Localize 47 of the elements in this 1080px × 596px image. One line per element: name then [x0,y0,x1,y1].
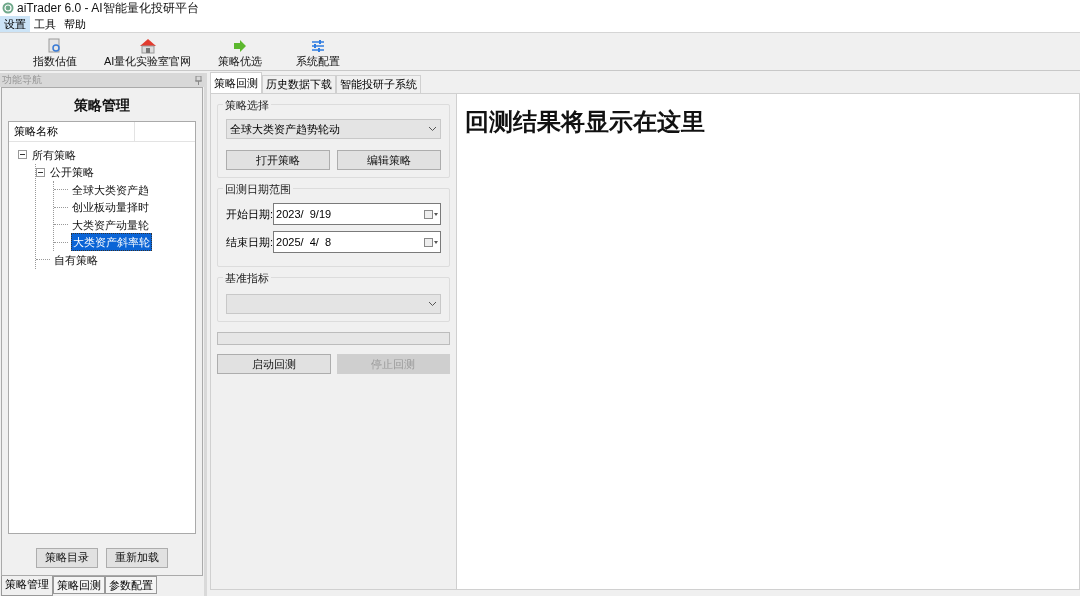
push-button[interactable]: 启动回测 [217,354,331,374]
push-button[interactable]: 编辑策略 [337,150,441,170]
document-search-icon [47,38,63,54]
panel-heading: 策略管理 [74,96,130,115]
field-label: 开始日期: [226,206,274,222]
menu-item[interactable]: 工具 [30,16,60,32]
toolbar-button[interactable]: AI量化实验室官网 [98,38,198,68]
toolbar-button[interactable]: 指数估值 [20,38,90,68]
result-message: 回测结果将显示在这里 [465,107,705,137]
group-title: 策略选择 [223,97,271,114]
right-arrow-icon [233,39,248,53]
push-button[interactable]: 打开策略 [226,150,330,170]
house-icon [138,38,157,54]
toolbar-button[interactable]: 策略优选 [205,38,276,68]
tree-item[interactable]: 全球大类资产趋 [71,181,150,198]
collapse-toggle[interactable] [36,167,45,177]
calendar-icon [424,209,438,219]
tree-item[interactable]: 创业板动量择时 [71,199,150,216]
tab[interactable]: 策略回测 [210,72,262,93]
group-title: 基准指标 [223,270,271,287]
chevron-down-icon [428,126,437,132]
tab[interactable]: 策略回测 [53,576,105,594]
menu-item[interactable]: 帮助 [60,16,90,32]
date-picker[interactable]: 2025/ 4/ 8 [273,231,441,253]
sliders-icon [311,39,326,53]
group-title: 回测日期范围 [223,181,293,198]
tab[interactable]: 策略管理 [1,576,53,596]
strategy-dropdown[interactable]: 全球大类资产趋势轮动 [226,119,441,139]
tree-item[interactable]: 大类资产动量轮 [71,216,150,233]
chevron-down-icon [428,301,437,307]
push-button[interactable]: 重新加载 [106,547,168,568]
tree-item[interactable]: 大类资产斜率轮 [71,233,152,252]
field-label: 结束日期: [226,234,274,250]
calendar-icon [424,237,438,247]
tree-item[interactable]: 公开策略 [49,164,95,181]
date-picker[interactable]: 2023/ 9/19 [273,203,441,225]
toolbar-button[interactable]: 系统配置 [283,38,354,68]
tree-item[interactable]: 自有策略 [53,251,99,268]
tab[interactable]: 参数配置 [105,576,157,594]
push-button[interactable]: 策略目录 [36,547,98,568]
menu-item[interactable]: 设置 [0,16,30,32]
collapse-toggle[interactable] [18,150,27,160]
window-title: aiTrader 6.0 - AI智能量化投研平台 [17,0,199,17]
tree-item[interactable]: 所有策略 [31,146,77,163]
tab[interactable]: 历史数据下载 [262,75,336,93]
tab[interactable]: 智能投研子系统 [336,75,421,93]
column-header: 策略名称 [9,122,135,141]
